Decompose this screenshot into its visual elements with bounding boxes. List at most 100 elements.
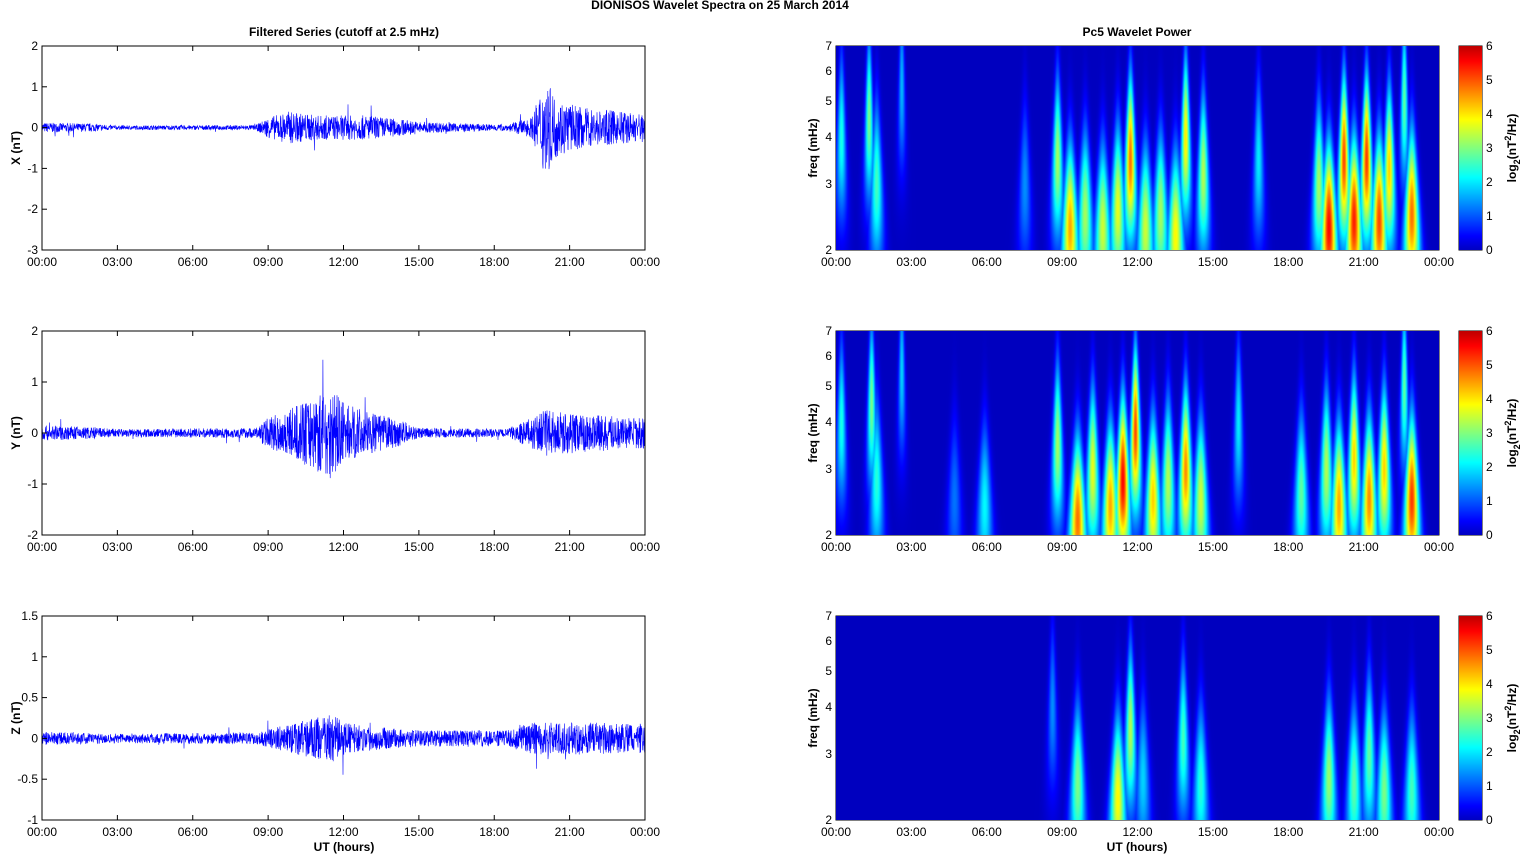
right-xlabel: UT (hours) bbox=[1107, 840, 1168, 854]
y-tick-label: 0 bbox=[31, 121, 38, 135]
series-x-tick-label: 06:00 bbox=[178, 540, 208, 554]
freq-tick-label: 6 bbox=[825, 634, 832, 648]
series-x-tick-label: 06:00 bbox=[178, 255, 208, 269]
freq-tick-label: 6 bbox=[825, 64, 832, 78]
heatmap-x-tick-label: 03:00 bbox=[896, 825, 926, 839]
series-x-tick-label: 12:00 bbox=[328, 825, 358, 839]
y-axis-label: Y (nT) bbox=[9, 416, 23, 450]
heatmap-x-tick-label: 06:00 bbox=[972, 825, 1002, 839]
colorbar-tick-label: 2 bbox=[1486, 745, 1493, 759]
freq-tick-label: 5 bbox=[825, 379, 832, 393]
freq-tick-label: 7 bbox=[825, 324, 832, 338]
wavelet-power-heatmap bbox=[836, 331, 1439, 535]
series-x-tick-label: 03:00 bbox=[102, 540, 132, 554]
series-x-tick-label: 09:00 bbox=[253, 825, 283, 839]
colorbar-label: log2(nT2/Hz) bbox=[1503, 684, 1521, 753]
series-x-tick-label: 00:00 bbox=[630, 255, 660, 269]
colorbar-tick-label: 0 bbox=[1486, 813, 1493, 827]
y-tick-label: -0.5 bbox=[17, 772, 38, 786]
series-x-tick-label: 18:00 bbox=[479, 255, 509, 269]
freq-tick-label: 5 bbox=[825, 94, 832, 108]
colorbar-tick-label: 1 bbox=[1486, 779, 1493, 793]
y-tick-label: -1 bbox=[27, 477, 38, 491]
colorbar bbox=[1459, 46, 1482, 250]
freq-tick-label: 4 bbox=[825, 700, 832, 714]
series-x-tick-label: 09:00 bbox=[253, 540, 283, 554]
freq-axis-label: freq (mHz) bbox=[806, 403, 820, 462]
y-tick-label: 1 bbox=[31, 80, 38, 94]
y-tick-label: 0.5 bbox=[21, 691, 38, 705]
series-x-tick-label: 15:00 bbox=[404, 540, 434, 554]
heatmap-x-tick-label: 21:00 bbox=[1349, 540, 1379, 554]
y-tick-label: 2 bbox=[31, 39, 38, 53]
y-tick-label: 1.5 bbox=[21, 609, 38, 623]
series-x-tick-label: 18:00 bbox=[479, 540, 509, 554]
y-tick-label: 1 bbox=[31, 375, 38, 389]
colorbar-label: log2(nT2/Hz) bbox=[1503, 399, 1521, 468]
y-tick-label: 1 bbox=[31, 650, 38, 664]
heatmap-x-tick-label: 21:00 bbox=[1349, 255, 1379, 269]
wavelet-power-heatmap bbox=[836, 46, 1439, 250]
y-axis-label: X (nT) bbox=[9, 131, 23, 165]
heatmap-x-tick-label: 18:00 bbox=[1273, 540, 1303, 554]
colorbar-tick-label: 6 bbox=[1486, 609, 1493, 623]
colorbar-tick-label: 0 bbox=[1486, 243, 1493, 257]
series-line-2 bbox=[41, 359, 646, 479]
colorbar-tick-label: 0 bbox=[1486, 528, 1493, 542]
freq-axis-label: freq (mHz) bbox=[806, 118, 820, 177]
y-tick-label: 0 bbox=[31, 731, 38, 745]
y-axis-label: Z (nT) bbox=[9, 701, 23, 734]
series-x-tick-label: 21:00 bbox=[555, 255, 585, 269]
colorbar-tick-label: 3 bbox=[1486, 141, 1493, 155]
heatmap-x-tick-label: 03:00 bbox=[896, 540, 926, 554]
heatmap-x-tick-label: 03:00 bbox=[896, 255, 926, 269]
colorbar bbox=[1459, 331, 1482, 535]
heatmap-x-tick-label: 12:00 bbox=[1122, 540, 1152, 554]
series-x-tick-label: 12:00 bbox=[328, 540, 358, 554]
colorbar-tick-label: 2 bbox=[1486, 460, 1493, 474]
freq-tick-label: 3 bbox=[825, 462, 832, 476]
heatmap-x-tick-label: 18:00 bbox=[1273, 255, 1303, 269]
series-line-3 bbox=[41, 715, 646, 775]
heatmap-x-tick-label: 15:00 bbox=[1198, 255, 1228, 269]
series-x-tick-label: 00:00 bbox=[27, 255, 57, 269]
heatmap-x-tick-label: 09:00 bbox=[1047, 540, 1077, 554]
series-x-tick-label: 15:00 bbox=[404, 825, 434, 839]
colorbar-tick-label: 4 bbox=[1486, 677, 1493, 691]
plot-frame bbox=[41, 615, 646, 821]
series-x-tick-label: 09:00 bbox=[253, 255, 283, 269]
heatmap-x-tick-label: 00:00 bbox=[1424, 255, 1454, 269]
series-x-tick-label: 00:00 bbox=[27, 825, 57, 839]
freq-tick-label: 5 bbox=[825, 664, 832, 678]
heatmap-x-tick-label: 12:00 bbox=[1122, 825, 1152, 839]
colorbar-tick-label: 5 bbox=[1486, 358, 1493, 372]
series-x-tick-label: 06:00 bbox=[178, 825, 208, 839]
figure-title: DIONISOS Wavelet Spectra on 25 March 201… bbox=[591, 0, 849, 12]
heatmap-x-tick-label: 00:00 bbox=[821, 540, 851, 554]
series-x-tick-label: 21:00 bbox=[555, 825, 585, 839]
heatmap-x-tick-label: 00:00 bbox=[1424, 540, 1454, 554]
y-tick-label: -2 bbox=[27, 202, 38, 216]
heatmap-x-tick-label: 06:00 bbox=[972, 540, 1002, 554]
freq-axis-label: freq (mHz) bbox=[806, 688, 820, 747]
heatmap-x-tick-label: 09:00 bbox=[1047, 825, 1077, 839]
heatmap-x-tick-label: 09:00 bbox=[1047, 255, 1077, 269]
freq-tick-label: 3 bbox=[825, 747, 832, 761]
series-x-tick-label: 00:00 bbox=[630, 540, 660, 554]
series-x-tick-label: 18:00 bbox=[479, 825, 509, 839]
heatmap-x-tick-label: 00:00 bbox=[1424, 825, 1454, 839]
series-x-tick-label: 21:00 bbox=[555, 540, 585, 554]
series-x-tick-label: 12:00 bbox=[328, 255, 358, 269]
series-x-tick-label: 15:00 bbox=[404, 255, 434, 269]
heatmap-x-tick-label: 00:00 bbox=[821, 255, 851, 269]
heatmap-x-tick-label: 21:00 bbox=[1349, 825, 1379, 839]
freq-tick-label: 3 bbox=[825, 177, 832, 191]
heatmap-x-tick-label: 15:00 bbox=[1198, 825, 1228, 839]
colorbar-tick-label: 2 bbox=[1486, 175, 1493, 189]
freq-tick-label: 4 bbox=[825, 415, 832, 429]
freq-tick-label: 6 bbox=[825, 349, 832, 363]
heatmap-x-tick-label: 06:00 bbox=[972, 255, 1002, 269]
heatmap-x-tick-label: 00:00 bbox=[821, 825, 851, 839]
colorbar-label: log2(nT2/Hz) bbox=[1503, 114, 1521, 183]
colorbar-tick-label: 6 bbox=[1486, 39, 1493, 53]
